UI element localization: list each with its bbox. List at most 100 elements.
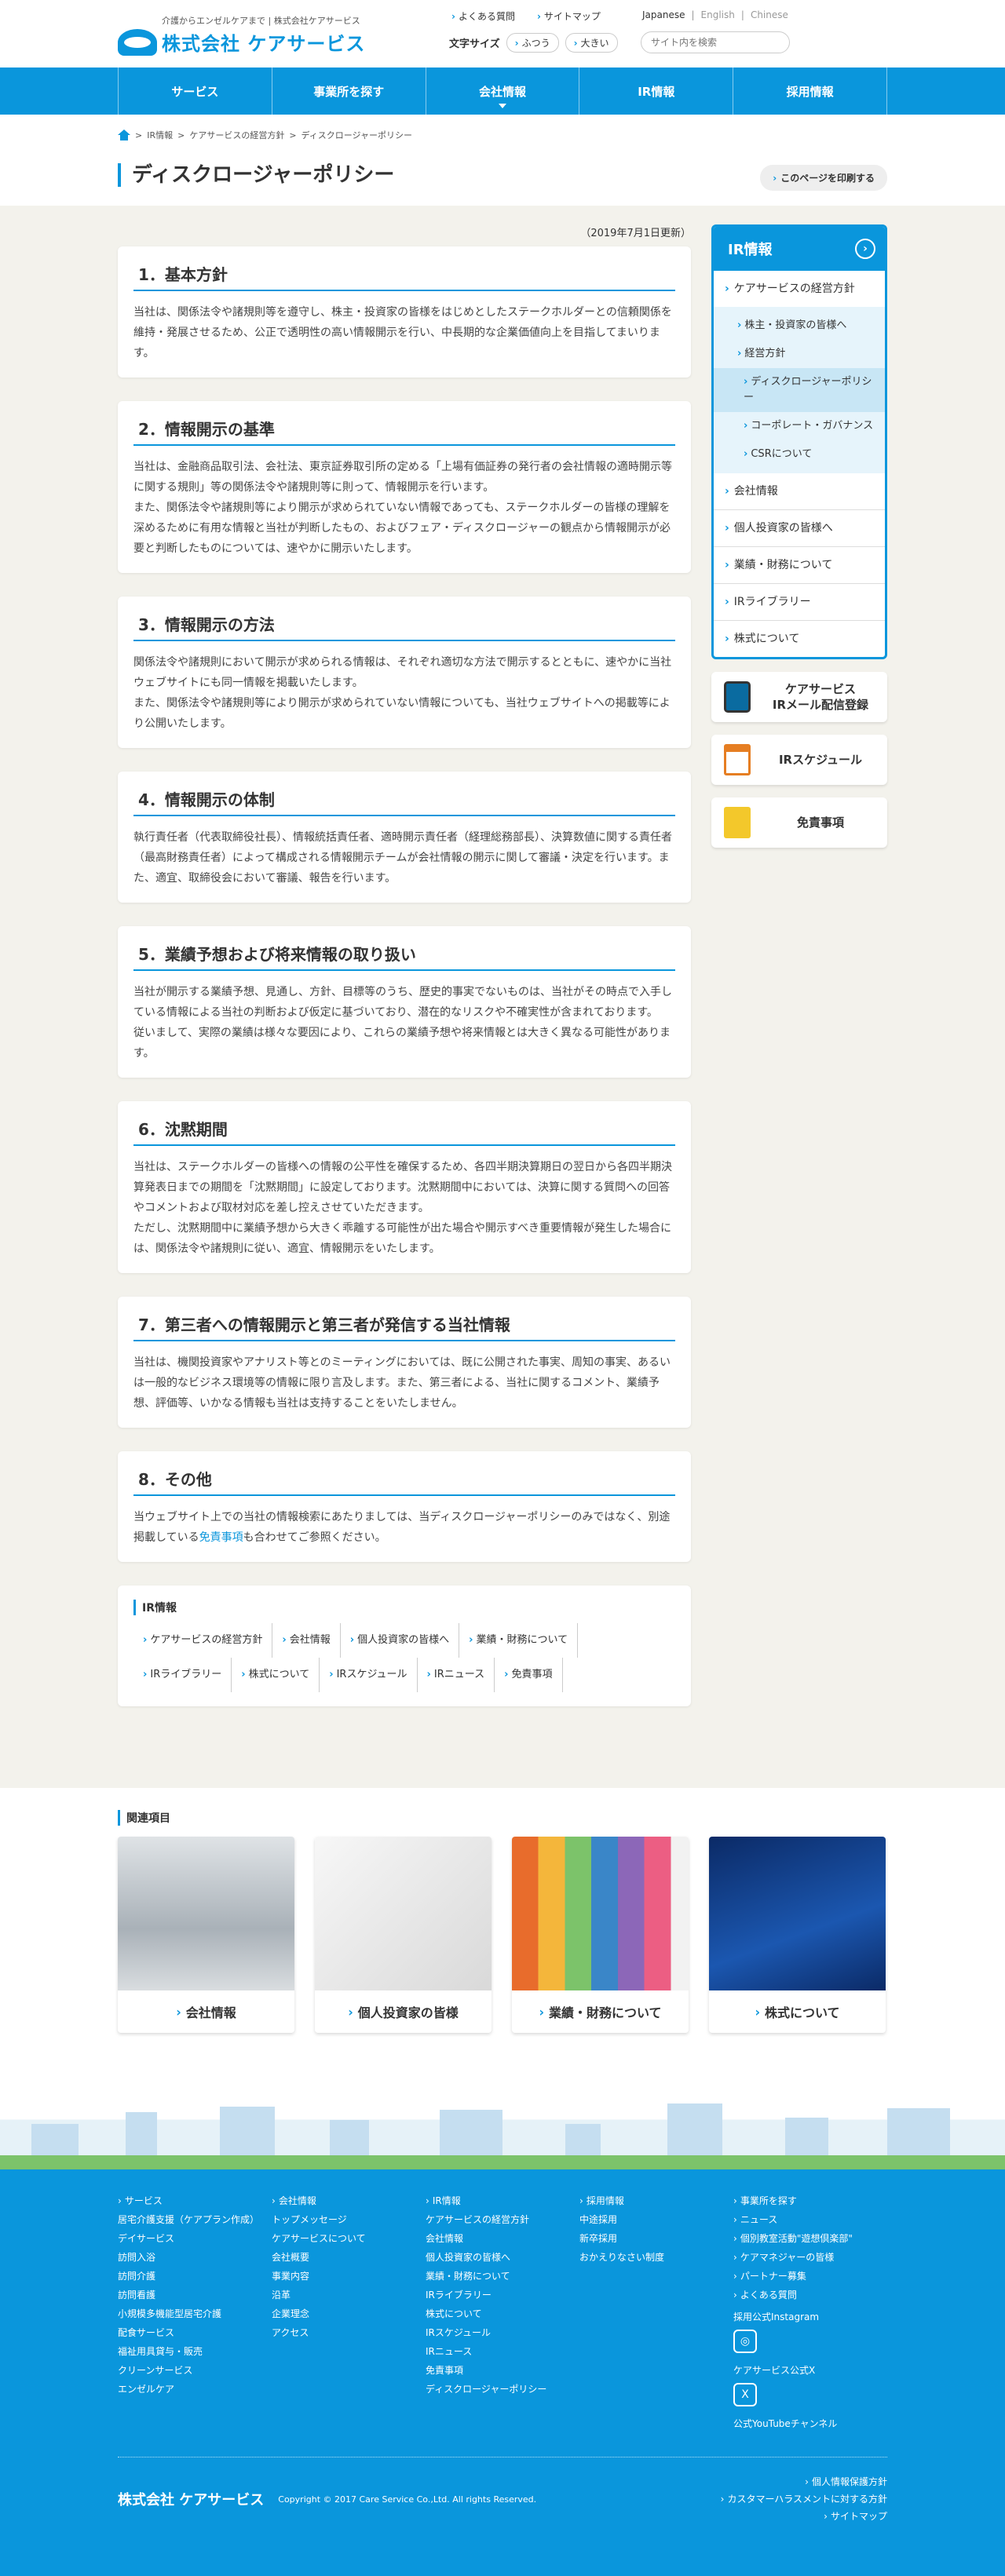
footer-link[interactable]: 配食サービス bbox=[118, 2323, 272, 2342]
ir-mail-banner[interactable]: ケアサービス IRメール配信登録 bbox=[711, 672, 887, 722]
ir-link-item[interactable]: 個人投資家の皆様へ bbox=[341, 1623, 460, 1658]
footer-link[interactable]: 個人投資家の皆様へ bbox=[426, 2248, 579, 2267]
print-button[interactable]: このページを印刷する bbox=[760, 165, 887, 191]
nav-company[interactable]: 会社情報 bbox=[426, 68, 580, 115]
related-card-company[interactable]: 会社情報 bbox=[118, 1837, 294, 2033]
footer-link[interactable]: 免責事項 bbox=[426, 2361, 579, 2380]
home-icon[interactable] bbox=[118, 130, 130, 140]
sitemap-link[interactable]: サイトマップ bbox=[537, 9, 601, 23]
related-card-stock[interactable]: 株式について bbox=[709, 1837, 886, 2033]
ir-link-item[interactable]: 業績・財務について bbox=[459, 1623, 579, 1658]
sidebar-item-policy[interactable]: ケアサービスの経営方針 bbox=[714, 271, 885, 307]
footer-link[interactable]: ケアサービスの経営方針 bbox=[426, 2210, 579, 2229]
nav-find-office[interactable]: 事業所を探す bbox=[272, 68, 426, 115]
nav-recruit[interactable]: 採用情報 bbox=[733, 68, 887, 115]
related-card-finance[interactable]: 業績・財務について bbox=[512, 1837, 689, 2033]
footer-link[interactable]: 企業理念 bbox=[272, 2304, 426, 2323]
footer-link[interactable]: ケアマネジャーの皆様 bbox=[733, 2248, 887, 2267]
footer-link[interactable]: エンゼルケア bbox=[118, 2380, 272, 2399]
footer-link[interactable]: デイサービス bbox=[118, 2229, 272, 2248]
ir-link-item[interactable]: IRニュース bbox=[418, 1658, 495, 1692]
footer-link[interactable]: 訪問介護 bbox=[118, 2267, 272, 2286]
section-title: 4．情報開示の体制 bbox=[133, 787, 675, 816]
footer-link[interactable]: 訪問看護 bbox=[118, 2286, 272, 2304]
section-body: 当ウェブサイト上での当社の情報検索にあたりましては、当ディスクロージャーポリシー… bbox=[133, 1511, 671, 1544]
breadcrumb-policy[interactable]: ケアサービスの経営方針 bbox=[189, 129, 284, 141]
ir-link-item[interactable]: IRスケジュール bbox=[320, 1658, 418, 1692]
disclaimer-banner[interactable]: 免責事項 bbox=[711, 797, 887, 848]
sidebar-sub-item[interactable]: CSRについて bbox=[714, 440, 885, 469]
footer-link[interactable]: 小規模多機能型居宅介護 bbox=[118, 2304, 272, 2323]
footer-link[interactable]: ケアサービスについて bbox=[272, 2229, 426, 2248]
footer-link[interactable]: おかえりなさい制度 bbox=[579, 2248, 733, 2267]
lang-chinese[interactable]: Chinese bbox=[751, 9, 788, 20]
sidebar-title[interactable]: IR情報 › bbox=[714, 227, 885, 271]
sidebar-sub-item-current[interactable]: ディスクロージャーポリシー bbox=[714, 368, 885, 412]
sidebar-item[interactable]: 株式について bbox=[714, 621, 885, 657]
ir-link-item[interactable]: IRライブラリー bbox=[133, 1658, 232, 1692]
footer-link[interactable]: 中途採用 bbox=[579, 2210, 733, 2229]
sidebar-sub-item[interactable]: 株主・投資家の皆様へ bbox=[714, 312, 885, 340]
footer-link[interactable]: IRニュース bbox=[426, 2342, 579, 2361]
privacy-policy-link[interactable]: 個人情報保護方針 bbox=[721, 2473, 887, 2490]
disclaimer-link[interactable]: 免責事項 bbox=[199, 1531, 243, 1544]
footer-link[interactable]: 採用情報 bbox=[579, 2191, 733, 2210]
footer-link[interactable]: 訪問入浴 bbox=[118, 2248, 272, 2267]
sidebar-sub-item[interactable]: 経営方針 bbox=[714, 340, 885, 368]
ir-link-item[interactable]: ケアサービスの経営方針 bbox=[133, 1623, 273, 1658]
ir-link-item[interactable]: 会社情報 bbox=[272, 1623, 341, 1658]
footer-link[interactable]: 株式について bbox=[426, 2304, 579, 2323]
site-logo[interactable]: 介護からエンゼルケアまで | 株式会社ケアサービス 株式会社 ケアサービス bbox=[118, 14, 385, 56]
footer-link[interactable]: アクセス bbox=[272, 2323, 426, 2342]
footer-link[interactable]: よくある質問 bbox=[733, 2286, 887, 2304]
related-card-investors[interactable]: 個人投資家の皆様 bbox=[315, 1837, 492, 2033]
youtube-link[interactable]: 公式YouTubeチャンネル bbox=[733, 2414, 887, 2433]
footer-link[interactable]: 事業内容 bbox=[272, 2267, 426, 2286]
sidebar-sub-item[interactable]: コーポレート・ガバナンス bbox=[714, 412, 885, 440]
lang-english[interactable]: English bbox=[701, 9, 735, 20]
ir-schedule-banner[interactable]: IRスケジュール bbox=[711, 735, 887, 785]
font-size-normal-button[interactable]: ふつう bbox=[506, 33, 559, 53]
font-size-large-button[interactable]: 大きい bbox=[565, 33, 618, 53]
footer-link[interactable]: 会社概要 bbox=[272, 2248, 426, 2267]
ir-links-box: IR情報 ケアサービスの経営方針会社情報個人投資家の皆様へ業績・財務についてIR… bbox=[118, 1585, 691, 1706]
footer-link[interactable]: サービス bbox=[118, 2191, 272, 2210]
nav-service[interactable]: サービス bbox=[119, 68, 272, 115]
section-title: 8．その他 bbox=[133, 1467, 675, 1496]
instagram-icon[interactable]: ◎ bbox=[733, 2330, 757, 2353]
footer-link[interactable]: 新卒採用 bbox=[579, 2229, 733, 2248]
footer-link[interactable]: クリーンサービス bbox=[118, 2361, 272, 2380]
policy-section: 6．沈黙期間 当社は、ステークホルダーの皆様への情報の公平性を確保するため、各四半… bbox=[118, 1101, 691, 1273]
footer-link[interactable]: IRスケジュール bbox=[426, 2323, 579, 2342]
footer-link[interactable]: パートナー募集 bbox=[733, 2267, 887, 2286]
nav-ir[interactable]: IR情報 bbox=[579, 68, 734, 115]
lang-japanese[interactable]: Japanese bbox=[642, 9, 685, 20]
footer-sitemap-link[interactable]: サイトマップ bbox=[721, 2508, 887, 2525]
breadcrumb-ir[interactable]: IR情報 bbox=[147, 129, 173, 141]
x-label: ケアサービス公式X bbox=[733, 2365, 816, 2376]
footer-link[interactable]: 業績・財務について bbox=[426, 2267, 579, 2286]
footer-link[interactable]: ニュース bbox=[733, 2210, 887, 2229]
faq-link[interactable]: よくある質問 bbox=[451, 9, 515, 23]
site-search-input[interactable] bbox=[641, 31, 790, 53]
footer-link[interactable]: IRライブラリー bbox=[426, 2286, 579, 2304]
footer-link[interactable]: トップメッセージ bbox=[272, 2210, 426, 2229]
x-icon[interactable]: X bbox=[733, 2383, 757, 2406]
footer-link[interactable]: 事業所を探す bbox=[733, 2191, 887, 2210]
customer-harassment-link[interactable]: カスタマーハラスメントに対する方針 bbox=[721, 2490, 887, 2508]
ir-link-item[interactable]: 免責事項 bbox=[495, 1658, 563, 1692]
sidebar-item[interactable]: IRライブラリー bbox=[714, 584, 885, 621]
footer-link[interactable]: 沿革 bbox=[272, 2286, 426, 2304]
footer-link[interactable]: 会社情報 bbox=[426, 2229, 579, 2248]
sidebar-item[interactable]: 業績・財務について bbox=[714, 547, 885, 584]
footer-link[interactable]: 個別教室活動"遊想倶楽部" bbox=[733, 2229, 887, 2248]
footer-link[interactable]: 居宅介護支援（ケアプラン作成） bbox=[118, 2210, 272, 2229]
sidebar-item[interactable]: 会社情報 bbox=[714, 473, 885, 510]
footer-link[interactable]: IR情報 bbox=[426, 2191, 579, 2210]
sidebar-item[interactable]: 個人投資家の皆様へ bbox=[714, 510, 885, 547]
footer-link[interactable]: 会社情報 bbox=[272, 2191, 426, 2210]
footer-logo[interactable]: 株式会社 ケアサービス Copyright © 2017 Care Servic… bbox=[118, 2473, 536, 2525]
footer-link[interactable]: ディスクロージャーポリシー bbox=[426, 2380, 579, 2399]
footer-link[interactable]: 福祉用具貸与・販売 bbox=[118, 2342, 272, 2361]
ir-link-item[interactable]: 株式について bbox=[232, 1658, 320, 1692]
